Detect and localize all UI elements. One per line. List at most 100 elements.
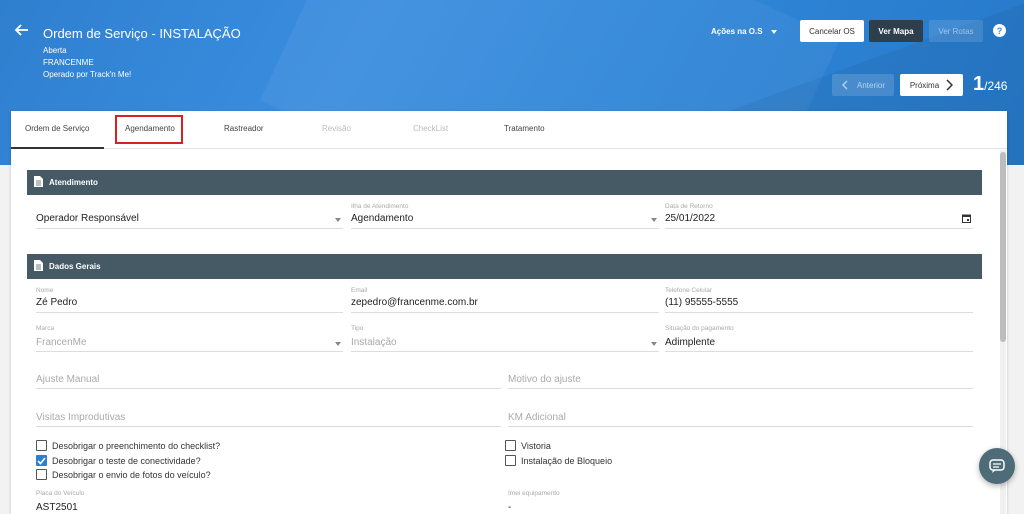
nome-field[interactable]: Nome Zé Pedro <box>36 287 343 313</box>
checkbox-box[interactable] <box>36 455 47 466</box>
chevron-left-icon <box>841 80 848 90</box>
checkbox-box[interactable] <box>505 455 516 466</box>
view-routes-button[interactable]: Ver Rotas <box>929 20 983 42</box>
caret-down-icon <box>335 342 341 346</box>
page-current: 1 <box>973 73 985 95</box>
section-title: Atendimento <box>49 178 98 187</box>
tab-tratamento[interactable]: Tratamento <box>504 124 545 133</box>
checkbox-box[interactable] <box>36 440 47 451</box>
page-indicator: 1/246 <box>973 73 1007 96</box>
tipo-label: Tipo <box>351 325 364 332</box>
operador-select[interactable]: Operador Responsável <box>36 203 343 229</box>
operador-value: Operador Responsável <box>36 213 139 224</box>
calendar-icon[interactable] <box>962 214 971 223</box>
scrollbar-thumb[interactable] <box>1000 152 1006 342</box>
placa-field[interactable]: Placa do Veículo AST2501 <box>36 490 501 514</box>
checkbox-label: Desobrigar o preenchimento do checklist? <box>52 440 221 451</box>
os-status: Aberta <box>43 46 67 55</box>
checkbox-box[interactable] <box>505 440 516 451</box>
os-form-card: Ordem de Serviço Agendamento Rastreador … <box>11 111 1007 514</box>
visitas-improdutivas-input[interactable]: Visitas Improdutivas <box>36 407 501 427</box>
nome-value: Zé Pedro <box>36 297 78 308</box>
motivo-ajuste-placeholder: Motivo do ajuste <box>508 374 581 385</box>
caret-down-icon <box>651 342 657 346</box>
tab-revisao[interactable]: Revisão <box>322 124 351 133</box>
company-name: FRANCENME <box>43 58 94 67</box>
imei-label: Imei equipamento <box>508 490 560 497</box>
section-dados-gerais: Dados Gerais <box>27 254 982 279</box>
os-actions-dropdown[interactable]: Ações na O.S <box>711 27 777 36</box>
marca-value: FrancenMe <box>36 337 87 348</box>
chat-icon <box>989 459 1005 473</box>
checkbox-desobrigar-conectividade[interactable]: Desobrigar o teste de conectividade? <box>36 455 201 466</box>
km-adicional-input[interactable]: KM Adicional <box>508 407 973 427</box>
telefone-field[interactable]: Telefone Celular (11) 95555-5555 <box>665 287 973 313</box>
retorno-date-field[interactable]: Data de Retorno 25/01/2022 <box>665 203 973 229</box>
cancel-os-button[interactable]: Cancelar OS <box>800 20 864 42</box>
checkbox-desobrigar-checklist[interactable]: Desobrigar o preenchimento do checklist? <box>36 440 220 451</box>
checkbox-vistoria[interactable]: Vistoria <box>505 440 551 451</box>
page-total: /246 <box>984 79 1008 93</box>
tab-ordem-de-servico[interactable]: Ordem de Serviço <box>25 124 89 133</box>
nome-label: Nome <box>36 287 54 294</box>
placa-label: Placa do Veículo <box>36 490 85 497</box>
marca-select[interactable]: Marca FrancenMe <box>36 325 343 352</box>
checkbox-instalacao-bloqueio[interactable]: Instalação de Bloqueio <box>505 455 612 466</box>
checkbox-label: Instalação de Bloqueio <box>521 455 613 466</box>
imei-value: - <box>508 502 512 513</box>
tab-highlight-box <box>115 115 183 144</box>
pagamento-value: Adimplente <box>665 337 716 348</box>
help-icon[interactable]: ? <box>993 24 1006 37</box>
email-label: Email <box>351 287 368 294</box>
email-field[interactable]: Email zepedro@francenme.com.br <box>351 287 659 313</box>
checkbox-desobrigar-fotos[interactable]: Desobrigar o envio de fotos do veículo? <box>36 469 211 480</box>
placa-value: AST2501 <box>36 502 78 513</box>
next-button[interactable]: Próxima <box>900 74 963 96</box>
km-placeholder: KM Adicional <box>508 412 566 423</box>
tab-rastreador[interactable]: Rastreador <box>224 124 264 133</box>
marca-label: Marca <box>36 325 55 332</box>
ilha-label: Ilha de Atendimento <box>351 203 409 210</box>
check-icon <box>37 456 46 465</box>
tipo-select[interactable]: Tipo Instalação <box>351 325 659 352</box>
checkbox-label: Desobrigar o envio de fotos do veículo? <box>52 469 211 480</box>
pagamento-label: Situação do pagamento <box>665 325 734 332</box>
email-value: zepedro@francenme.com.br <box>351 297 478 308</box>
chevron-right-icon <box>946 79 954 91</box>
active-tab-indicator <box>11 147 104 149</box>
retorno-label: Data de Retorno <box>665 203 713 210</box>
caret-down-icon <box>335 218 341 222</box>
pagamento-field[interactable]: Situação do pagamento Adimplente <box>665 325 973 352</box>
document-icon <box>34 176 43 187</box>
checkbox-box[interactable] <box>36 469 47 480</box>
ilha-value: Agendamento <box>351 213 414 224</box>
tab-bar: Ordem de Serviço Agendamento Rastreador … <box>11 111 1007 149</box>
os-actions-label: Ações na O.S <box>711 27 763 36</box>
checkbox-label: Vistoria <box>521 440 551 451</box>
tab-checklist[interactable]: CheckList <box>413 124 448 133</box>
motivo-ajuste-input[interactable]: Motivo do ajuste <box>508 369 973 389</box>
caret-down-icon <box>651 218 657 222</box>
checkbox-label: Desobrigar o teste de conectividade? <box>52 455 201 466</box>
section-atendimento: Atendimento <box>27 170 982 195</box>
view-map-button[interactable]: Ver Mapa <box>869 20 923 42</box>
section-title: Dados Gerais <box>49 262 101 271</box>
ajuste-manual-input[interactable]: Ajuste Manual <box>36 369 501 389</box>
visitas-placeholder: Visitas Improdutivas <box>36 412 126 423</box>
page-title: Ordem de Serviço - INSTALAÇÃO <box>43 26 241 41</box>
operated-by: Operado por Track'n Me! <box>43 70 132 79</box>
ilha-select[interactable]: Ilha de Atendimento Agendamento <box>351 203 659 229</box>
chat-button[interactable] <box>979 448 1015 484</box>
retorno-value: 25/01/2022 <box>665 213 716 224</box>
imei-field[interactable]: Imei equipamento - <box>508 490 973 514</box>
previous-label: Anterior <box>856 80 885 90</box>
next-label: Próxima <box>909 80 940 90</box>
telefone-value: (11) 95555-5555 <box>665 297 739 308</box>
tipo-value: Instalação <box>351 337 397 348</box>
telefone-label: Telefone Celular <box>665 287 712 294</box>
ajuste-manual-placeholder: Ajuste Manual <box>36 374 100 385</box>
document-icon <box>34 260 43 271</box>
previous-button[interactable]: Anterior <box>832 74 894 96</box>
back-arrow-icon[interactable] <box>14 22 30 38</box>
caret-down-icon <box>770 29 777 34</box>
